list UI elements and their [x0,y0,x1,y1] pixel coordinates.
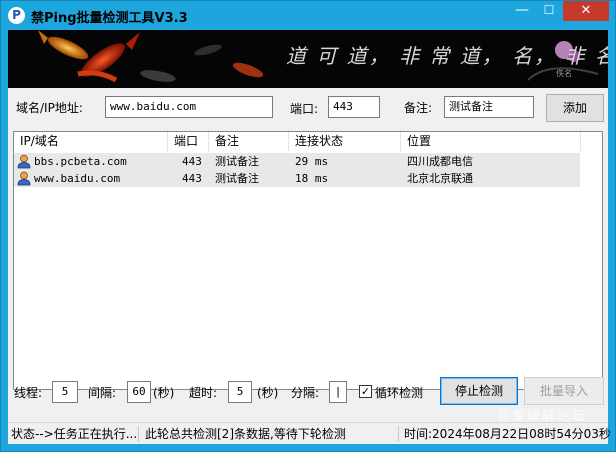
batch-import-button[interactable]: 批量导入 [524,377,604,405]
banner-image: 道 可 道， 非 常 道， 名， 非 名 佚名 [8,30,608,88]
status-time: 时间:2024年08月22日08时54分03秒 [404,427,611,441]
maximize-button[interactable]: ☐ [536,1,562,21]
banner-signature: 佚名 [556,69,572,78]
add-button[interactable]: 添加 [546,94,604,122]
status-divider [138,426,139,442]
loop-label[interactable]: 循环检测 [375,384,423,401]
stop-detection-button[interactable]: 停止检测 [440,377,518,405]
app-window: P 禁Ping批量检测工具V3.3 — ☐ ✕ 道 可 道， 非 常 道， 名，… [0,0,616,452]
column-status[interactable]: 连接状态 [289,132,401,151]
user-icon [17,171,31,186]
row-location: 四川成都电信 [407,155,473,168]
row-note: 测试备注 [215,172,259,185]
status-summary: 此轮总共检测[2]条数据,等待下轮检测 [145,427,346,441]
loop-checkbox[interactable]: ✓ [359,385,372,398]
threads-input[interactable]: 5 [52,381,78,403]
status-state: 状态-->任务正在执行... [11,427,138,441]
status-divider [398,426,399,442]
column-note[interactable]: 备注 [209,132,289,151]
minimize-button[interactable]: — [509,1,535,21]
threads-label: 线程: [14,386,43,400]
column-host[interactable]: IP/域名 [14,132,168,151]
domain-input[interactable]: www.baidu.com [105,96,273,118]
close-button[interactable]: ✕ [563,1,609,21]
row-status: 18 ms [295,172,329,185]
domain-label: 域名/IP地址: [16,101,83,115]
timeout-unit: (秒) [257,386,279,400]
row-location: 北京北京联通 [407,172,473,185]
row-host: www.baidu.com [34,172,121,185]
row-note: 测试备注 [215,155,259,168]
table-row[interactable]: www.baidu.com 443 测试备注 18 ms 北京北京联通 [14,170,580,187]
app-logo-icon: P [8,7,25,24]
separator-input[interactable]: | [329,381,347,403]
timeout-label: 超时: [189,386,218,400]
interval-label: 间隔: [88,386,117,400]
status-bar: 状态-->任务正在执行... 此轮总共检测[2]条数据,等待下轮检测 时间:20… [8,422,611,444]
client-area: 道 可 道， 非 常 道， 名， 非 名 佚名 域名/IP地址: www.bai… [8,30,611,444]
row-status: 29 ms [295,155,329,168]
banner-calligraphy: 道 可 道， 非 常 道， 名， 非 名 [286,44,608,68]
row-port: 443 [182,172,202,185]
table-row[interactable]: bbs.pcbeta.com 443 测试备注 29 ms 四川成都电信 [14,153,580,170]
column-location[interactable]: 位置 [401,132,581,151]
row-port: 443 [182,155,202,168]
port-label: 端口: [290,102,319,116]
host-list[interactable]: IP/域名 端口 备注 连接状态 位置 bbs.pcbeta.com 443 测… [13,131,603,390]
column-port[interactable]: 端口 [168,132,209,151]
title-bar[interactable]: P 禁Ping批量检测工具V3.3 — ☐ ✕ [1,1,615,30]
user-icon [17,154,31,169]
separator-label: 分隔: [291,386,320,400]
port-input[interactable]: 443 [328,96,380,118]
row-host: bbs.pcbeta.com [34,155,127,168]
note-input[interactable]: 测试备注 [444,96,534,118]
interval-input[interactable]: 60 [127,381,151,403]
timeout-input[interactable]: 5 [228,381,252,403]
window-title: 禁Ping批量检测工具V3.3 [31,11,188,26]
note-label: 备注: [404,101,433,115]
forum-watermark: 吾爱破解论坛 [497,409,588,424]
list-header: IP/域名 端口 备注 连接状态 位置 [14,132,602,151]
interval-unit: (秒) [153,386,175,400]
